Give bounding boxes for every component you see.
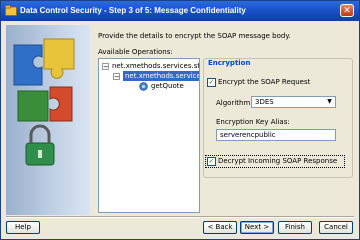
dialog-window: Data Control Security - Step 3 of 5: Mes… [0,0,360,240]
step-description: Provide the details to encrypt the SOAP … [98,32,291,40]
expand-toggle-icon[interactable]: − [113,73,120,81]
tree-item-service[interactable]: net.xmethods.services.stockquote [112,61,200,71]
back-button[interactable]: < Back [203,221,237,234]
tree-item-label: getQuote [151,82,184,90]
algorithm-select[interactable]: 3DES ▼ [251,96,336,108]
algorithm-label: Algorithm: [216,99,253,107]
key-alias-label: Encryption Key Alias: [216,118,290,126]
tree-item-operation[interactable]: getQuote [151,81,184,91]
button-separator [6,216,354,218]
expand-toggle-icon[interactable]: − [102,63,109,71]
close-icon: ✕ [343,6,351,16]
close-button[interactable]: ✕ [340,4,354,17]
encrypt-request-label: Encrypt the SOAP Request [218,78,311,86]
operations-tree[interactable]: − net.xmethods.services.stockquote − net… [98,58,200,213]
title-bar[interactable]: Data Control Security - Step 3 of 5: Mes… [1,1,359,21]
tree-item-port-selected[interactable]: net.xmethods.services.s [123,71,200,81]
decrypt-response-checkbox[interactable]: ✓ [207,157,216,166]
help-button[interactable]: Help [6,221,40,234]
puzzle-lock-graphic [13,38,75,166]
available-operations-label: Available Operations: [98,48,173,56]
checkmark-icon: ✓ [208,157,215,165]
decrypt-response-label: Decrypt Incoming SOAP Response [218,157,338,165]
encrypt-request-checkbox[interactable]: ✓ [207,78,216,87]
checkmark-icon: ✓ [208,78,215,86]
algorithm-selected-value: 3DES [255,98,274,106]
next-button[interactable]: Next > [240,221,274,234]
operation-icon [139,82,148,91]
security-app-icon [5,5,17,16]
finish-button[interactable]: Finish [278,221,312,234]
key-alias-input[interactable] [216,129,336,141]
tree-item-label: net.xmethods.services.stockquote [112,62,200,70]
wizard-illustration [6,25,90,215]
tree-item-label: net.xmethods.services.s [125,72,200,80]
window-title: Data Control Security - Step 3 of 5: Mes… [20,6,246,15]
cancel-button[interactable]: Cancel [319,221,353,234]
dropdown-arrow-icon[interactable]: ▼ [325,98,334,106]
encryption-group-title: Encryption [207,59,252,67]
